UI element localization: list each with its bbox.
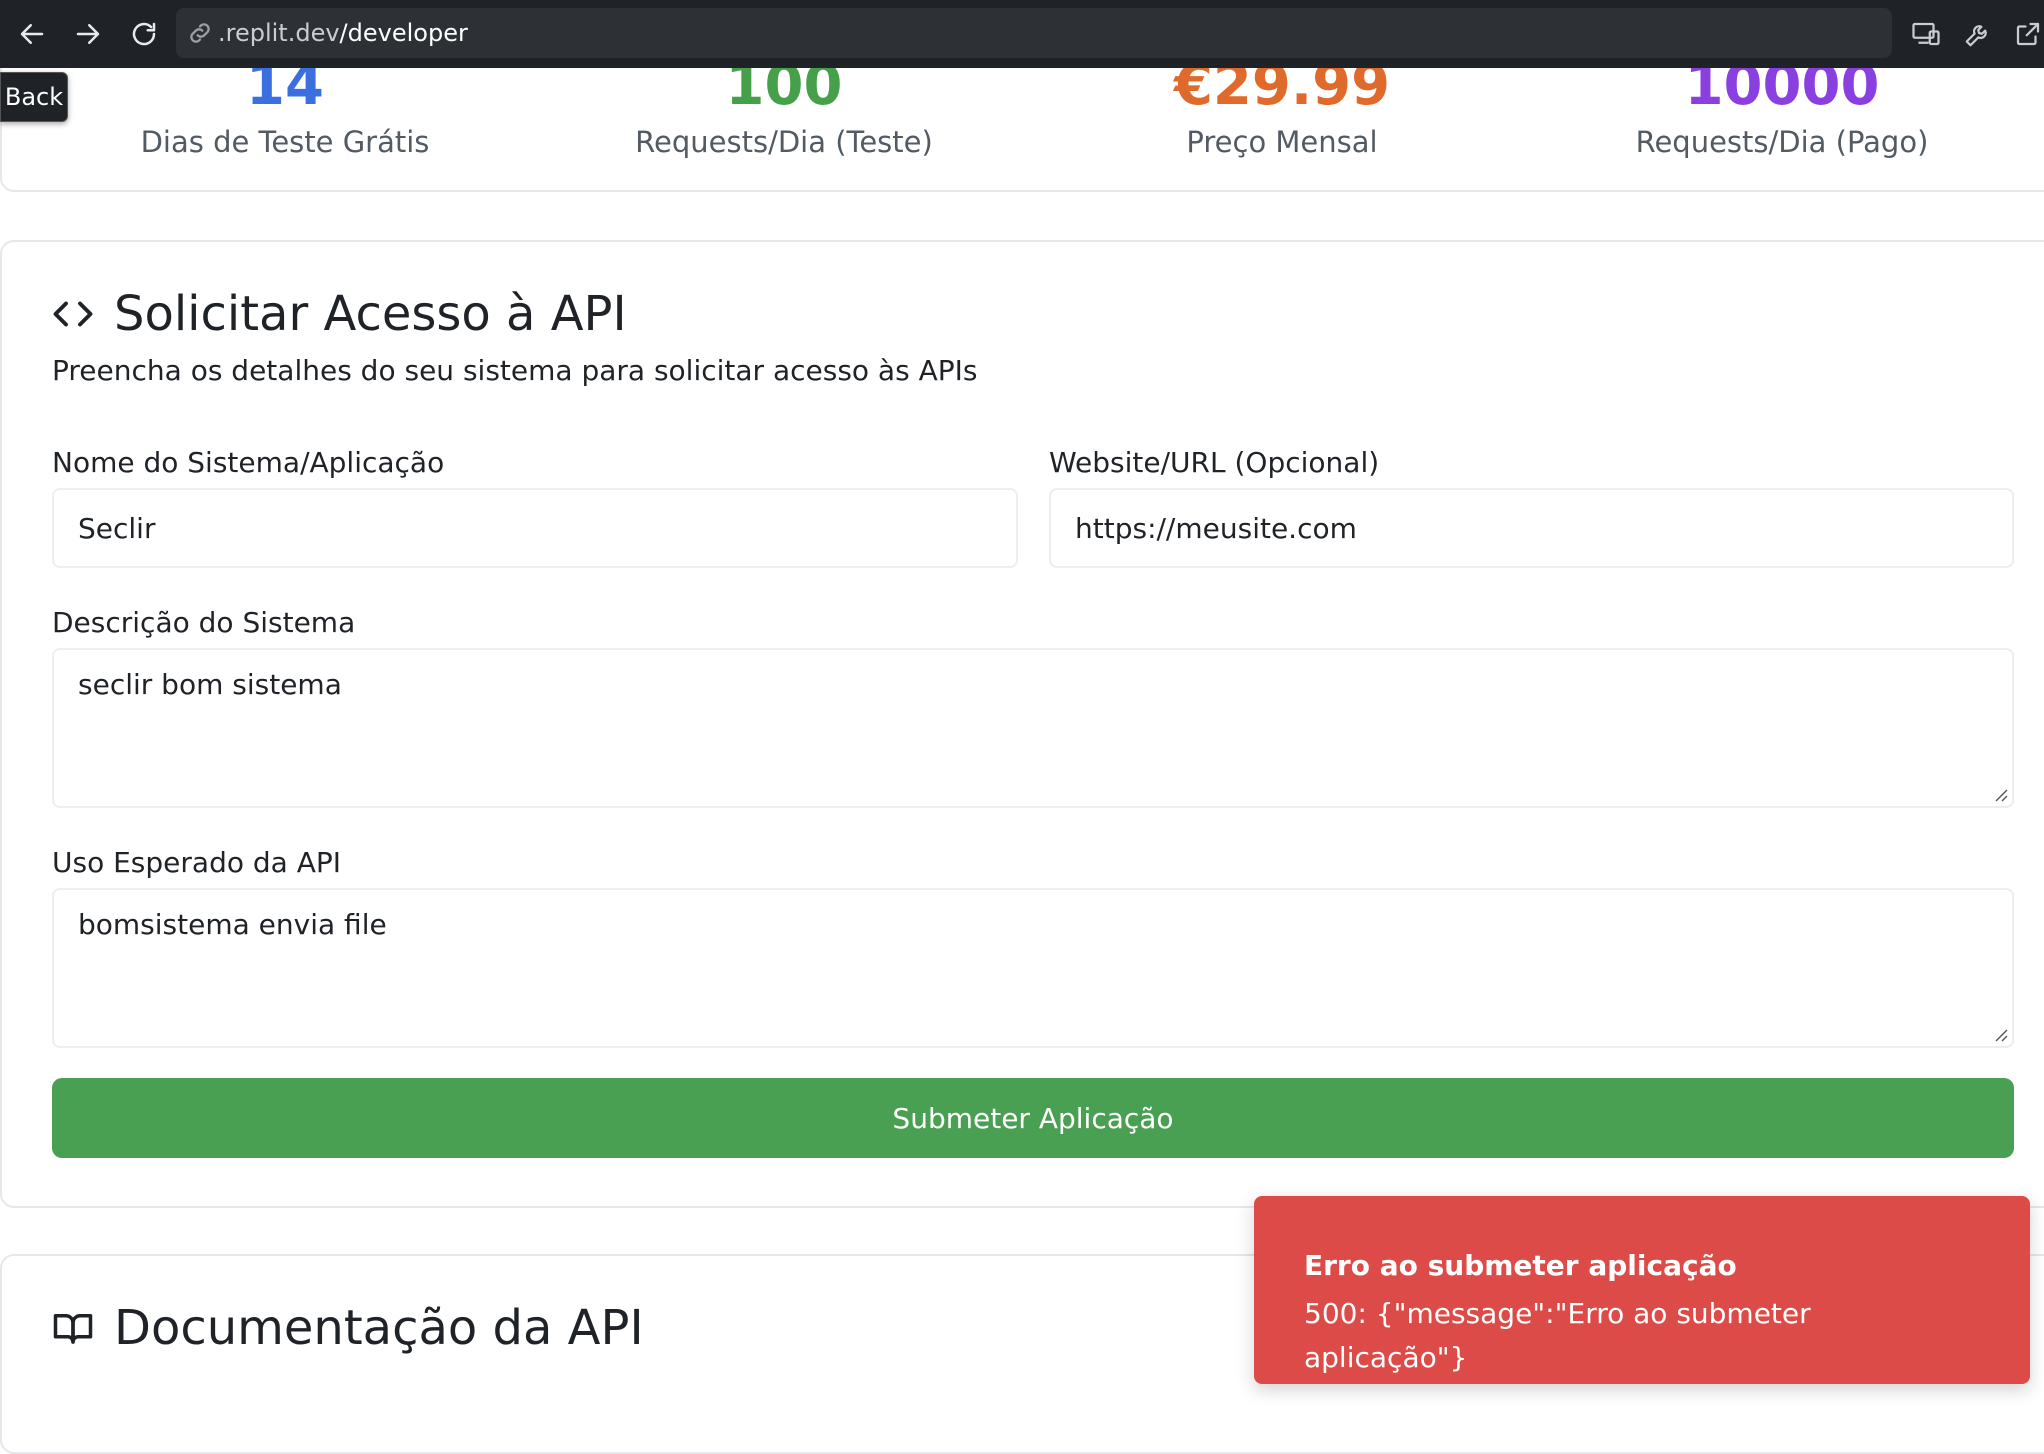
url-path: /developer: [339, 19, 468, 47]
toast-title: Erro ao submeter aplicação: [1304, 1249, 1737, 1282]
wrench-icon: [1965, 25, 1987, 47]
code-icon: [53, 301, 93, 327]
devices-button[interactable]: [1906, 14, 1946, 54]
external-link-icon: [2016, 22, 2040, 46]
reload-button[interactable]: [120, 10, 168, 58]
form-title: Solicitar Acesso à API: [52, 286, 627, 342]
stat-label: Requests/Dia (Teste): [635, 125, 933, 159]
error-toast[interactable]: Erro ao submeter aplicação 500: {"messag…: [1254, 1196, 2030, 1384]
form-description: Preencha os detalhes do seu sistema para…: [52, 354, 978, 387]
back-button[interactable]: [8, 10, 56, 58]
browser-toolbar: .replit.dev/developer: [0, 0, 2044, 68]
stat-label: Requests/Dia (Pago): [1635, 125, 1929, 159]
open-new-tab-button[interactable]: [2008, 14, 2044, 54]
system-description-text: seclir bom sistema: [78, 668, 342, 701]
api-usage-textarea[interactable]: bomsistema envia file: [52, 888, 2014, 1048]
website-label: Website/URL (Opcional): [1049, 446, 1380, 479]
website-input[interactable]: https://meusite.com: [1049, 488, 2014, 568]
forward-button[interactable]: [64, 10, 112, 58]
resize-handle-icon[interactable]: [1992, 1026, 2008, 1042]
system-description-textarea[interactable]: seclir bom sistema: [52, 648, 2014, 808]
toast-message: 500: {"message":"Erro ao submeter aplica…: [1304, 1297, 1811, 1374]
system-name-input[interactable]: Seclir: [52, 488, 1018, 568]
system-name-label: Nome do Sistema/Aplicação: [52, 446, 445, 479]
url-bar[interactable]: .replit.dev/developer: [176, 8, 1892, 58]
book-icon: [53, 1314, 93, 1344]
arrow-left-icon: [20, 24, 44, 44]
submit-application-button[interactable]: Submeter Aplicação: [52, 1078, 2014, 1158]
form-title-text: Solicitar Acesso à API: [114, 286, 627, 342]
stat-label: Preço Mensal: [1186, 125, 1378, 159]
devices-icon: [1912, 22, 1940, 46]
api-usage-label: Uso Esperado da API: [52, 846, 341, 879]
reload-icon: [132, 22, 156, 46]
docs-title-text: Documentação da API: [114, 1300, 644, 1356]
api-usage-text: bomsistema envia file: [78, 908, 387, 941]
url-host: .replit.dev: [218, 19, 340, 47]
stat-label: Dias de Teste Grátis: [140, 125, 430, 159]
back-tooltip: Back: [0, 72, 68, 122]
arrow-right-icon: [76, 24, 100, 44]
resize-handle-icon[interactable]: [1992, 786, 2008, 802]
system-description-label: Descrição do Sistema: [52, 606, 356, 639]
devtools-button[interactable]: [1958, 14, 1998, 54]
link-icon: [190, 23, 210, 43]
docs-title: Documentação da API: [52, 1300, 644, 1356]
api-access-form-card: Solicitar Acesso à API Preencha os detal…: [0, 240, 2044, 1208]
